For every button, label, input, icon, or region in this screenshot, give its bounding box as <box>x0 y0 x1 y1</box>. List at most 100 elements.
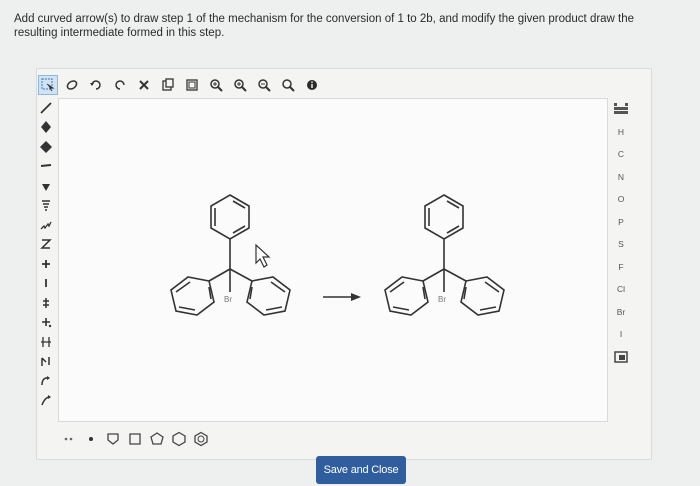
product-top-ring <box>424 194 464 240</box>
top-toolbar <box>38 74 322 96</box>
lone-pair-tool[interactable] <box>36 293 56 313</box>
zoom-in-icon <box>210 79 223 92</box>
reaction-arrow-head <box>351 293 361 301</box>
redo-icon <box>115 80 125 90</box>
product-br-label: Br <box>438 295 446 304</box>
reactant-right-bond <box>229 268 253 282</box>
element-h-button[interactable]: H <box>610 121 632 144</box>
undo-icon <box>90 80 101 90</box>
curved-arrow-double-tool[interactable] <box>36 352 56 372</box>
undo-button[interactable] <box>86 75 106 95</box>
benzene-icon <box>194 431 208 447</box>
electron-pair-tool[interactable] <box>36 332 56 352</box>
hash-bond-tool[interactable] <box>36 196 56 216</box>
zoom-in-button[interactable] <box>206 75 226 95</box>
product-right-ring <box>460 276 505 316</box>
left-toolbar <box>36 98 56 410</box>
element-s-button[interactable]: S <box>610 233 632 256</box>
curved-arrow-double-icon <box>41 357 50 367</box>
paste-button[interactable] <box>182 75 202 95</box>
reactant-left-bond <box>208 268 231 282</box>
dots-icon <box>64 437 73 441</box>
element-p-button[interactable]: P <box>610 211 632 234</box>
product-right-bond <box>443 268 467 282</box>
zoom-fit-icon <box>234 79 247 92</box>
chain-icon <box>40 164 52 168</box>
minus-icon <box>45 279 47 288</box>
element-n-button[interactable]: N <box>610 166 632 189</box>
cyclopropane-button[interactable] <box>104 430 122 448</box>
minus-charge-tool[interactable] <box>36 274 56 294</box>
element-panel: H C N O P S F Cl Br I <box>610 98 632 368</box>
select-tool-button[interactable] <box>38 75 58 95</box>
reactant-right-ring <box>246 276 291 316</box>
chain-tool[interactable] <box>36 157 56 177</box>
curved-arrow-single-icon <box>41 375 50 385</box>
eraser-button[interactable] <box>62 75 82 95</box>
paste-icon <box>186 79 198 91</box>
wedge-bond-icon <box>42 183 50 191</box>
dot-button[interactable] <box>82 430 100 448</box>
hash-bond-icon <box>42 200 50 211</box>
cyclohexane-button[interactable] <box>170 430 188 448</box>
question-text: Add curved arrow(s) to draw step 1 of th… <box>14 13 635 39</box>
save-and-close-button[interactable]: Save and Close <box>316 456 406 484</box>
delete-icon <box>139 80 149 90</box>
element-br-button[interactable]: Br <box>610 301 632 324</box>
product-left-bond <box>422 268 445 282</box>
reactant-top-ring <box>210 194 250 240</box>
element-f-button[interactable]: F <box>610 256 632 279</box>
radical-icon <box>42 318 52 328</box>
benzene-button[interactable] <box>192 430 210 448</box>
curved-arrow-single-tool[interactable] <box>36 371 56 391</box>
cyclobutane-icon <box>129 433 141 445</box>
cyclopentane-button[interactable] <box>148 430 166 448</box>
triple-bond-tool[interactable] <box>36 137 56 157</box>
cyclopropane-icon <box>107 433 119 445</box>
cyclohexane-icon <box>172 431 186 447</box>
mouse-cursor-icon <box>255 243 271 268</box>
copy-button[interactable] <box>158 75 178 95</box>
single-bond-icon <box>40 102 52 114</box>
select-icon <box>41 78 55 92</box>
eraser-icon <box>66 80 78 90</box>
element-i-button[interactable]: I <box>610 323 632 346</box>
cyclobutane-button[interactable] <box>126 430 144 448</box>
dot-icon <box>89 437 93 441</box>
reactant-left-ring <box>170 276 215 316</box>
wavy-bond-tool[interactable] <box>36 215 56 235</box>
wedge-bond-tool[interactable] <box>36 176 56 196</box>
double-bond-icon <box>41 121 51 134</box>
template-button[interactable] <box>610 346 632 369</box>
zoom-fit-button[interactable] <box>230 75 250 95</box>
charge-tool[interactable] <box>36 235 56 255</box>
element-cl-button[interactable]: Cl <box>610 278 632 301</box>
reactant-br-label: Br <box>224 295 232 304</box>
radical-tool[interactable] <box>36 313 56 333</box>
electron-pair-icon <box>41 336 51 347</box>
info-button[interactable] <box>302 75 322 95</box>
redo-button[interactable] <box>110 75 130 95</box>
wavy-bond-icon <box>40 221 52 230</box>
reaction-arrow-icon <box>41 395 51 406</box>
delete-button[interactable] <box>134 75 154 95</box>
plus-charge-tool[interactable] <box>36 254 56 274</box>
element-o-button[interactable]: O <box>610 188 632 211</box>
drawing-canvas[interactable]: Br Br <box>58 98 608 422</box>
zoom-out-button[interactable] <box>254 75 274 95</box>
double-bond-tool[interactable] <box>36 118 56 138</box>
ring-template-row <box>60 430 210 448</box>
copy-icon <box>162 78 174 91</box>
periodic-table-button[interactable] <box>610 98 632 121</box>
triple-bond-icon <box>40 140 52 153</box>
element-c-button[interactable]: C <box>610 143 632 166</box>
zoom-reset-button[interactable] <box>278 75 298 95</box>
reaction-arrow-tool[interactable] <box>36 391 56 411</box>
product-left-ring <box>384 276 429 316</box>
template-icon <box>614 351 628 363</box>
cyclopentane-icon <box>150 432 164 445</box>
lone-pair-icon <box>43 297 49 308</box>
periodic-table-icon <box>614 103 628 115</box>
single-bond-tool[interactable] <box>36 98 56 118</box>
more-options-button[interactable] <box>60 430 78 448</box>
